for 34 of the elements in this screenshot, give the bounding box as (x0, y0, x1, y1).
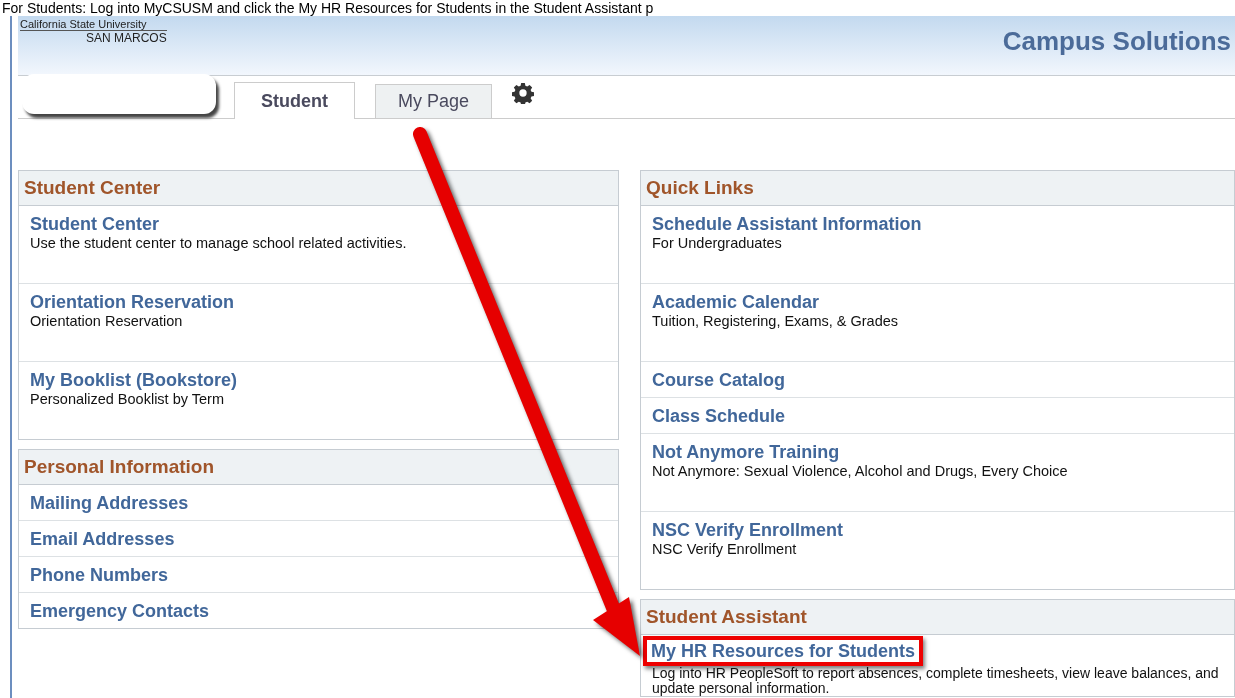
link[interactable]: Email Addresses (30, 529, 175, 549)
campus-name: SAN MARCOS (85, 31, 167, 45)
search-field[interactable] (22, 74, 216, 114)
link[interactable]: Emergency Contacts (30, 601, 210, 621)
link-description: Not Anymore: Sexual Violence, Alcohol and Drugs, Every Choice (652, 462, 1069, 480)
link[interactable]: Orientation Reservation (30, 292, 235, 312)
link-description: NSC Verify Enrollment (652, 540, 798, 558)
app-title: Campus Solutions (1002, 25, 1232, 58)
link[interactable]: NSC Verify Enrollment (652, 520, 844, 540)
panel-title: Student Assistant (646, 606, 807, 628)
university-name: California State University (20, 18, 167, 31)
link-description: Tuition, Registering, Exams, & Grades (652, 312, 900, 330)
settings-icon[interactable] (512, 82, 535, 104)
link[interactable]: Academic Calendar (652, 292, 820, 312)
link[interactable]: Not Anymore Training (652, 442, 840, 462)
link[interactable]: My Booklist (Bookstore) (30, 370, 238, 390)
link-description: Use the student center to manage school related activities. (30, 234, 408, 252)
link[interactable]: Class Schedule (652, 406, 786, 426)
tab[interactable]: My Page (375, 84, 493, 118)
panel-title: Student Center (24, 177, 161, 199)
link[interactable]: Mailing Addresses (30, 493, 189, 513)
link-description: Log into HR PeopleSoft to report absences, complete timesheets, view leave balances, and update personal information. (652, 666, 1220, 696)
link[interactable]: Student Center (30, 214, 159, 234)
link[interactable]: Schedule Assistant Information (652, 214, 922, 234)
link-description: For Undergraduates (652, 234, 783, 252)
link[interactable]: My HR Resources for Students (643, 636, 924, 666)
link-description: Orientation Reservation (30, 312, 184, 330)
instruction-text: For Students: Log into MyCSUSM and click the My HR Resources for Students in the Student Assistant p (1, 0, 655, 16)
panel-title: Quick Links (646, 177, 754, 199)
panel-title: Personal Information (24, 456, 215, 478)
link-description: Personalized Booklist by Term (30, 390, 225, 408)
link[interactable]: Phone Numbers (30, 565, 169, 585)
tab[interactable]: Student (234, 82, 355, 119)
link[interactable]: Course Catalog (652, 370, 786, 390)
